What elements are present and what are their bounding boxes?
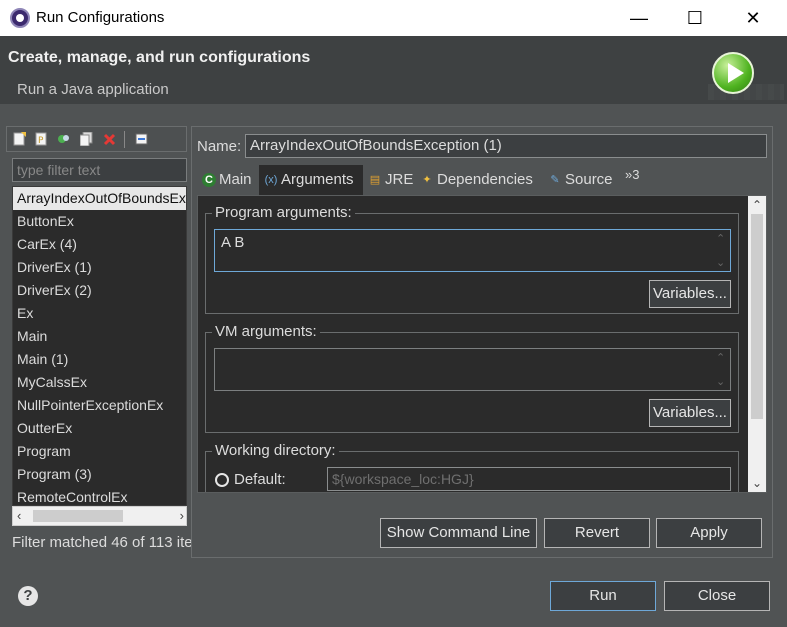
scroll-up-icon[interactable]: ⌃ — [752, 198, 762, 212]
apply-button[interactable]: Apply — [656, 518, 762, 548]
close-window-button[interactable]: ✕ — [724, 0, 782, 36]
minimize-button[interactable]: — — [610, 0, 668, 36]
vm-variables-button[interactable]: Variables... — [649, 399, 731, 427]
tab-jre[interactable]: ▤ JRE — [363, 165, 415, 195]
textarea-scrollbar[interactable]: ⌃ ⌄ — [714, 351, 728, 388]
tab-label: Source — [565, 171, 613, 188]
scroll-down-icon[interactable]: ⌄ — [752, 476, 762, 490]
filter-status: Filter matched 46 of 113 items — [12, 534, 193, 551]
config-list-item[interactable]: Main — [13, 325, 186, 348]
scrollbar-thumb[interactable] — [751, 214, 763, 419]
config-toolbar: P — [6, 126, 187, 152]
export-config-icon[interactable] — [57, 132, 70, 146]
tab-label: Main — [219, 171, 252, 188]
program-arguments-label: Program arguments: — [212, 204, 355, 221]
tab-arguments[interactable]: (x) Arguments — [259, 165, 363, 195]
header-title: Create, manage, and run configurations — [8, 49, 311, 66]
eclipse-icon — [10, 8, 30, 28]
filter-input[interactable]: type filter text — [12, 158, 187, 182]
tab-label: Dependencies — [437, 171, 533, 188]
collapse-all-icon[interactable] — [135, 132, 148, 146]
maximize-button[interactable]: ☐ — [666, 0, 724, 36]
source-icon: ✎ — [550, 174, 560, 186]
delete-config-icon[interactable] — [103, 132, 116, 146]
help-icon[interactable]: ? — [18, 586, 38, 606]
name-input[interactable]: ArrayIndexOutOfBoundsException (1) — [245, 134, 767, 158]
duplicate-config-icon[interactable] — [80, 132, 93, 146]
run-button[interactable]: Run — [550, 581, 656, 611]
tab-source[interactable]: ✎ Source — [543, 165, 623, 195]
config-list-item[interactable]: Program (3) — [13, 463, 186, 486]
tab-label: JRE — [385, 171, 414, 188]
working-directory-input: ${workspace_loc:HGJ} — [327, 467, 731, 491]
vm-arguments-group: VM arguments: ⌃ ⌄ Variables... — [205, 323, 739, 433]
program-variables-button[interactable]: Variables... — [649, 280, 731, 308]
config-list-item[interactable]: Ex — [13, 302, 186, 325]
config-list-item[interactable]: RemoteControlEx — [13, 486, 186, 505]
vm-arguments-input[interactable]: ⌃ ⌄ — [214, 348, 731, 391]
dialog-header: Create, manage, and run configurations R… — [0, 36, 787, 104]
config-list-item[interactable]: ButtonEx — [13, 210, 186, 233]
scroll-right-icon[interactable]: › — [180, 508, 184, 523]
config-list-item[interactable]: Program — [13, 440, 186, 463]
config-list-item[interactable]: ArrayIndexOutOfBoundsException — [13, 187, 186, 210]
configuration-editor: Name: ArrayIndexOutOfBoundsException (1)… — [191, 126, 773, 558]
config-list-item[interactable]: NullPointerExceptionEx — [13, 394, 186, 417]
config-tabs: C Main (x) Arguments ▤ JRE ✦ Dependencie… — [197, 165, 769, 195]
textarea-scrollbar[interactable]: ⌃ ⌄ — [714, 232, 728, 269]
config-list-item[interactable]: DriverEx (2) — [13, 279, 186, 302]
tab-vertical-scrollbar[interactable]: ⌃ ⌄ — [748, 196, 766, 492]
dependencies-icon: ✦ — [422, 174, 432, 186]
scrollbar-thumb[interactable] — [33, 510, 123, 522]
configuration-tree[interactable]: ArrayIndexOutOfBoundsExceptionButtonExCa… — [12, 186, 187, 506]
config-list-item[interactable]: OutterEx — [13, 417, 186, 440]
config-list-item[interactable]: Main (1) — [13, 348, 186, 371]
new-prototype-icon[interactable]: P — [35, 132, 48, 146]
more-tabs-button[interactable]: »3 — [625, 167, 639, 182]
run-banner-icon — [712, 52, 754, 94]
title-bar: Run Configurations — ☐ ✕ — [0, 0, 787, 36]
tab-dependencies[interactable]: ✦ Dependencies — [415, 165, 543, 195]
arguments-tab-content: Program arguments: A B ⌃ ⌄ Variables... V… — [197, 195, 767, 493]
default-radio[interactable] — [215, 473, 229, 487]
close-button[interactable]: Close — [664, 581, 770, 611]
window-title: Run Configurations — [36, 9, 165, 26]
config-list-item[interactable]: CarEx (4) — [13, 233, 186, 256]
header-subtitle: Run a Java application — [17, 81, 169, 98]
tree-horizontal-scrollbar[interactable]: ‹ › — [12, 506, 187, 526]
svg-text:P: P — [38, 136, 44, 146]
name-label: Name: — [197, 138, 242, 155]
arguments-icon: (x) — [264, 174, 278, 186]
vm-arguments-label: VM arguments: — [212, 323, 320, 340]
default-label: Default: — [234, 471, 286, 488]
configuration-list-panel: P type filter text ArrayIndexOutOfBounds… — [6, 126, 193, 558]
tab-main[interactable]: C Main — [197, 165, 259, 195]
show-command-line-button[interactable]: Show Command Line — [380, 518, 537, 548]
class-icon: C — [202, 173, 216, 187]
scroll-left-icon[interactable]: ‹ — [17, 508, 21, 523]
working-directory-group: Working directory: Default: ${workspace_… — [205, 442, 739, 492]
new-config-icon[interactable] — [13, 132, 26, 146]
library-icon: ▤ — [369, 174, 381, 186]
program-arguments-input[interactable]: A B ⌃ ⌄ — [214, 229, 731, 272]
config-list-item[interactable]: DriverEx (1) — [13, 256, 186, 279]
program-arguments-value: A B — [221, 234, 245, 251]
revert-button[interactable]: Revert — [544, 518, 650, 548]
config-list-item[interactable]: MyCalssEx — [13, 371, 186, 394]
tab-label: Arguments — [281, 171, 354, 188]
working-directory-label: Working directory: — [212, 442, 339, 459]
toolbar-separator — [124, 131, 125, 148]
program-arguments-group: Program arguments: A B ⌃ ⌄ Variables... — [205, 204, 739, 314]
